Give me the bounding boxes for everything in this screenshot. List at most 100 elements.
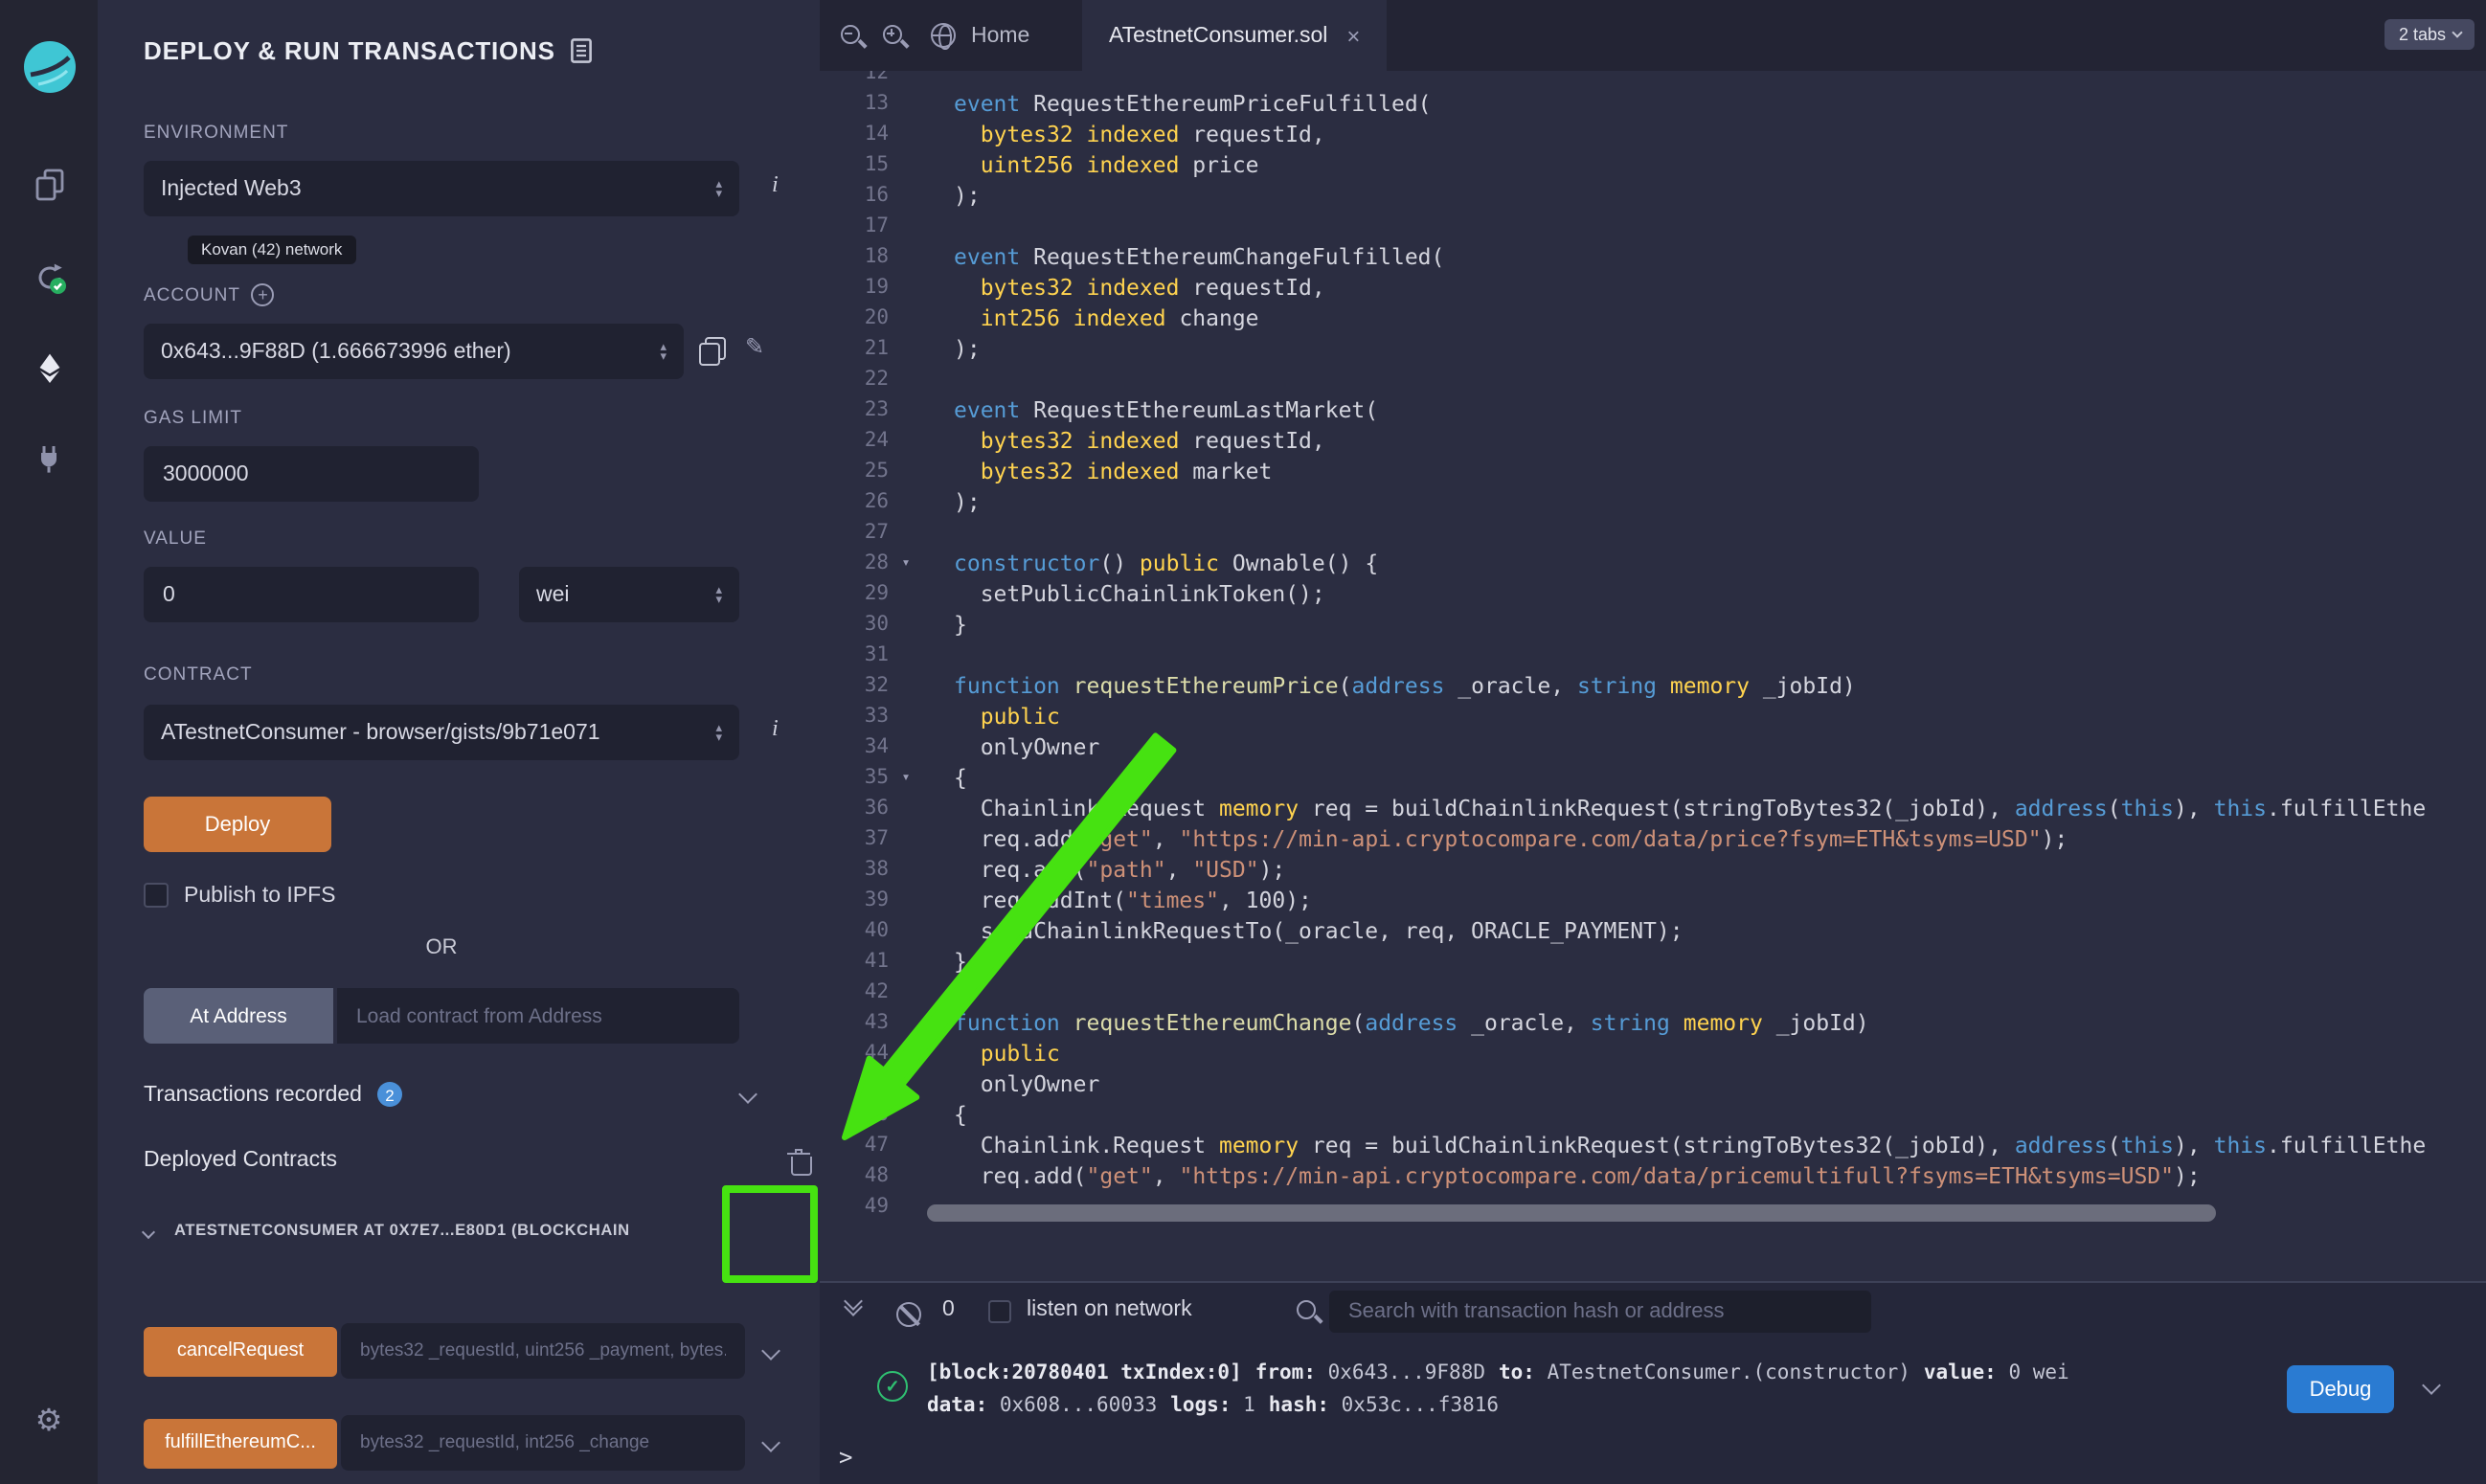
fold-spacer [889,119,923,149]
terminal-prompt[interactable]: > [839,1444,852,1471]
deploy-run-icon[interactable] [0,352,98,385]
code-text [923,71,954,88]
globe-icon [931,23,956,48]
code-line: 30} [820,609,2486,640]
at-address-input[interactable] [337,988,739,1044]
tab-home[interactable]: Home [931,0,1029,71]
settings-gear-icon[interactable]: ⚙ [0,1407,98,1438]
ethereum-icon [34,352,64,385]
tabs-dropdown[interactable]: 2 tabs [2385,19,2475,50]
chevron-down-icon[interactable] [738,1085,757,1104]
collapse-terminal-icon[interactable] [847,1302,860,1314]
code-text: ); [923,333,981,364]
account-select[interactable]: 0x643...9F88D (1.666673996 ether) ▴▾ [144,324,684,379]
line-number: 31 [820,640,889,670]
stepper-icon: ▴▾ [715,723,722,742]
copy-account-icon[interactable] [699,337,726,366]
code-text: function requestEthereumPrice(address _o… [923,670,1856,701]
fulfillEthereumChange-args-input[interactable] [341,1415,745,1471]
code-line: 23event RequestEthereumLastMarket( [820,394,2486,425]
code-text: bytes32 indexed market [923,456,1272,486]
cancelRequest-args-input[interactable] [341,1323,745,1379]
remix-logo-icon [20,38,78,96]
code-text: event RequestEthereumChangeFulfilled( [923,241,1444,272]
gas-limit-input[interactable] [144,446,479,502]
fold-toggle-icon[interactable]: ▾ [889,762,923,793]
code-line: 27 [820,517,2486,548]
horizontal-scrollbar[interactable] [927,1204,2216,1222]
code-line: 21); [820,333,2486,364]
clear-terminal-icon[interactable] [896,1302,921,1327]
line-number: 18 [820,241,889,272]
line-number: 12 [820,71,889,88]
code-text: public [923,1038,1060,1068]
line-number: 21 [820,333,889,364]
fold-spacer [889,823,923,854]
code-line: 32function requestEthereumPrice(address … [820,670,2486,701]
code-line: 47 Chainlink.Request memory req = buildC… [820,1130,2486,1160]
line-number: 19 [820,272,889,303]
code-line: 34 onlyOwner [820,731,2486,762]
fold-spacer [889,915,923,946]
listen-network-checkbox[interactable] [988,1300,1011,1323]
value-unit-select[interactable]: wei ▴▾ [519,567,739,622]
fulfillEthereumChange-button[interactable]: fulfillEthereumC... [144,1418,337,1468]
code-text: int256 indexed change [923,303,1259,333]
edit-account-icon[interactable]: ✎ [745,335,764,358]
tab-active-file[interactable]: ATestnetConsumer.sol × [1082,0,1387,71]
trash-icon[interactable] [788,1147,811,1174]
plugin-manager-icon[interactable] [0,444,98,475]
terminal-search-input[interactable] [1329,1291,1871,1333]
contract-label: CONTRACT [144,664,253,686]
code-text: onlyOwner [923,1068,1099,1099]
environment-select[interactable]: Injected Web3 ▴▾ [144,161,739,216]
zoom-in-icon[interactable] [881,23,908,50]
document-icon [571,38,592,63]
cancelRequest-button[interactable]: cancelRequest [144,1326,337,1376]
fold-spacer [889,946,923,977]
fold-spacer [889,486,923,517]
chevron-down-icon[interactable] [761,1341,780,1360]
close-icon[interactable]: × [1346,24,1360,47]
zoom-out-icon[interactable] [839,23,866,50]
fold-spacer [889,793,923,823]
environment-info-icon[interactable]: i [772,170,779,199]
code-text: sendChainlinkRequestTo(_oracle, req, ORA… [923,915,1684,946]
at-address-button[interactable]: At Address [144,988,333,1044]
deployed-contract-item[interactable]: ATESTNETCONSUMER AT 0X7E7...E80D1 (BLOCK… [174,1220,630,1239]
add-account-icon[interactable]: + [252,283,275,306]
code-line: 28▾constructor() public Ownable() { [820,548,2486,578]
line-number: 13 [820,88,889,119]
compiler-icon[interactable] [0,260,98,295]
fold-toggle-icon[interactable]: ▾ [889,548,923,578]
line-number: 44 [820,1038,889,1068]
stepper-icon: ▴▾ [715,585,722,604]
fold-spacer [889,1099,923,1130]
code-line: 48 req.add("get", "https://min-api.crypt… [820,1160,2486,1191]
deploy-button[interactable]: Deploy [144,797,331,852]
debug-button[interactable]: Debug [2287,1365,2394,1413]
transactions-recorded-row[interactable]: Transactions recorded 2 [144,1082,402,1107]
chevron-down-icon[interactable] [142,1225,155,1239]
chevron-down-icon[interactable] [2422,1376,2441,1395]
value-input[interactable] [144,567,479,622]
code-text: bytes32 indexed requestId, [923,119,1325,149]
contract-info-icon[interactable]: i [772,714,779,743]
code-text: } [923,946,967,977]
code-line: 26); [820,486,2486,517]
line-number: 34 [820,731,889,762]
publish-ipfs-checkbox[interactable] [144,883,169,908]
chevron-down-icon [2452,27,2462,37]
code-editor[interactable]: 1213event RequestEthereumPriceFulfilled(… [820,71,2486,1281]
tx-success-icon: ✓ [877,1371,908,1402]
code-text [923,517,954,548]
chevron-down-icon[interactable] [761,1433,780,1452]
line-number: 30 [820,609,889,640]
file-explorer-icon[interactable] [0,169,98,201]
contract-select[interactable]: ATestnetConsumer - browser/gists/9b71e07… [144,705,739,760]
transaction-log[interactable]: [block:20780401 txIndex:0]from: 0x643...… [927,1358,2069,1423]
remix-logo[interactable] [0,38,98,96]
fold-spacer [889,456,923,486]
line-number: 46 [820,1099,889,1130]
account-label-text: ACCOUNT [144,284,240,305]
